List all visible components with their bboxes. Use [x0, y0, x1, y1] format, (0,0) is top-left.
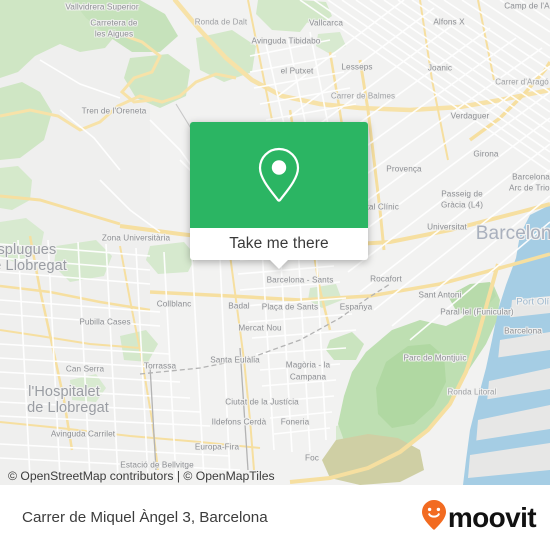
map-screenshot: Vallvidrera Superior Carretera de les Aigu…: [0, 0, 550, 550]
moovit-logo[interactable]: moovit: [421, 499, 537, 536]
moovit-smiley-pin-icon: [421, 499, 447, 536]
popup-pointer-tail: [270, 260, 288, 269]
location-pin-icon: [256, 146, 302, 204]
destination-popup-card[interactable]: Take me there: [190, 122, 368, 269]
map-attribution[interactable]: © OpenStreetMap contributors | © OpenMap…: [8, 469, 275, 483]
location-title: Carrer de Miquel Àngel 3, Barcelona: [22, 509, 268, 526]
map-canvas[interactable]: Vallvidrera Superior Carretera de les Aigu…: [0, 0, 550, 485]
footer-bar: Carrer de Miquel Àngel 3, Barcelona moov…: [0, 485, 550, 550]
moovit-wordmark: moovit: [447, 501, 537, 533]
take-me-there-label: Take me there: [229, 235, 329, 252]
popup-header: [190, 122, 368, 228]
popup-action-bar[interactable]: Take me there: [190, 228, 368, 260]
